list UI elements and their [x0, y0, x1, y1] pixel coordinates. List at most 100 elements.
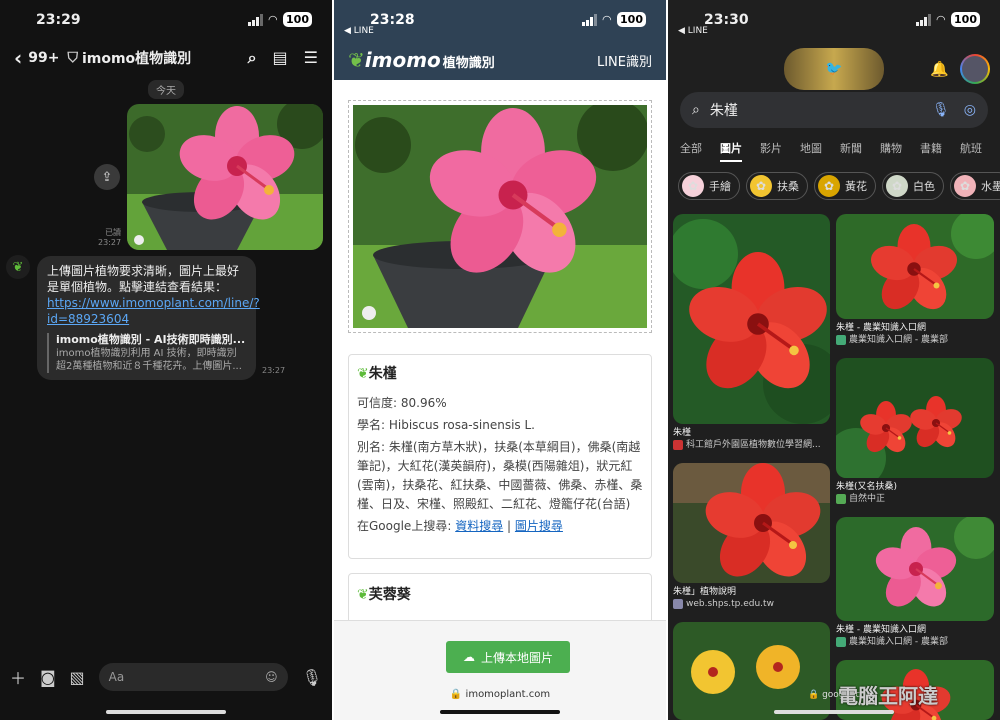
flower-icon: ✿: [682, 175, 704, 197]
bell-icon[interactable]: 🔔: [930, 60, 949, 78]
upload-local-image-button[interactable]: ☁ 上傳本地圖片: [446, 641, 570, 673]
result-title: 朱槿(又名扶桑): [836, 482, 898, 492]
result-source: 科工館戶外園區植物數位學習網...: [686, 440, 821, 450]
result-content: ❦朱槿 可信度: 80.96% 學名: Hibiscus rosa-sinens…: [334, 80, 666, 620]
sprout-icon: ❦: [348, 48, 365, 72]
search-input[interactable]: ⌕ 朱槿 🎙 ◎: [680, 92, 988, 128]
sent-photo-message[interactable]: [127, 104, 323, 250]
bottom-bar: ☁ 上傳本地圖片 🔒 imomoplant.com: [334, 620, 666, 720]
plus-icon[interactable]: ＋: [10, 665, 26, 689]
wifi-icon: ◠: [936, 13, 946, 26]
signal-icon: [915, 13, 931, 26]
google-doodle[interactable]: 🐦: [784, 48, 884, 90]
mic-icon[interactable]: 🎙: [302, 668, 322, 687]
result2-name: 芙蓉葵: [368, 587, 411, 603]
tab-maps[interactable]: 地圖: [800, 140, 822, 162]
result-title: 朱槿 - 農業知識入口網: [836, 323, 926, 333]
bot-avatar[interactable]: ❦: [6, 255, 30, 279]
flower-icon: ✿: [954, 175, 976, 197]
status-bar: 23:30 ◀ LINE ◠ 100: [668, 0, 1000, 40]
imomo-logo[interactable]: ❦imomo 植物識別: [348, 48, 495, 72]
image-result-1[interactable]: [673, 214, 830, 424]
site-icon: [673, 599, 683, 609]
back-icon[interactable]: ‹: [14, 46, 22, 70]
chip-fusang[interactable]: ✿ 扶桑: [746, 172, 808, 200]
image-caption-2[interactable]: 朱槿 - 農業知識入口網 農業知識入口網 - 農業部: [836, 322, 994, 346]
wifi-icon: ◠: [268, 13, 278, 26]
result-title: 朱槿」植物說明: [673, 587, 737, 597]
shield-icon: ⛉: [67, 50, 78, 66]
separator: |: [507, 519, 512, 533]
image-caption-4[interactable]: 朱槿」植物說明 web.shps.tp.edu.tw: [673, 586, 830, 610]
data-search-link[interactable]: 資料搜尋: [455, 519, 503, 533]
home-indicator: [440, 710, 560, 714]
tab-news[interactable]: 新聞: [840, 140, 862, 162]
input-placeholder: Aa: [108, 670, 125, 684]
result-link[interactable]: https://www.imomoplant.com/line/?id=8892…: [47, 296, 260, 326]
mic-icon[interactable]: 🎙: [932, 102, 950, 118]
chip-white[interactable]: ✿ 白色: [882, 172, 944, 200]
result-card-primary: ❦朱槿 可信度: 80.96% 學名: Hibiscus rosa-sinens…: [348, 354, 652, 559]
url-bar[interactable]: 🔒 imomoplant.com: [334, 689, 666, 700]
image-icon[interactable]: ▧: [70, 668, 85, 687]
uploaded-photo: [348, 100, 652, 333]
tab-shopping[interactable]: 購物: [880, 140, 902, 162]
result-card-secondary: ❦芙蓉葵: [348, 573, 652, 620]
image-result-5[interactable]: [836, 517, 994, 621]
site-icon: [673, 440, 683, 450]
url-text: imomoplant.com: [465, 689, 551, 700]
avatar[interactable]: [960, 54, 990, 84]
status-bar: 23:28 ◀ LINE ◠ 100: [334, 0, 666, 40]
chip-label: 黃花: [845, 180, 867, 193]
search-icon[interactable]: ⌕: [248, 48, 257, 68]
image-caption-1[interactable]: 朱槿 科工館戶外園區植物數位學習網...: [673, 427, 830, 451]
tab-images[interactable]: 圖片: [720, 140, 742, 162]
tab-all[interactable]: 全部: [680, 140, 702, 162]
chip-label: 白色: [913, 180, 935, 193]
tab-books[interactable]: 書籍: [920, 140, 942, 162]
watermark: 電腦王阿達: [838, 684, 938, 708]
lens-icon[interactable]: ◎: [964, 102, 976, 118]
camera-icon[interactable]: ◙: [40, 668, 56, 687]
back-to-app[interactable]: ◀ LINE: [344, 26, 374, 36]
result-title: 朱槿: [673, 428, 692, 438]
chip-hand-drawn[interactable]: ✿ 手繪: [678, 172, 740, 200]
google-image-search-screen: 23:30 ◀ LINE ◠ 100 🐦 🔔 ⌕ 朱槿 🎙 ◎ 全部 圖片 影片 …: [668, 0, 1000, 720]
link-card-desc: imomo植物識別利用 AI 技術，即時識別超2萬種植物和近８千種花卉。上傳圖片…: [56, 348, 242, 372]
red-hibiscus-image: [673, 463, 830, 583]
wifi-icon: ◠: [602, 13, 612, 26]
menu-icon[interactable]: ☰: [304, 48, 318, 68]
tab-flights[interactable]: 航班: [960, 140, 982, 162]
image-result-2[interactable]: [836, 214, 994, 319]
status-time: 23:28: [370, 12, 415, 28]
unread-count[interactable]: 99+: [28, 50, 59, 66]
notes-icon[interactable]: ▤: [273, 48, 288, 68]
read-receipt: 已讀 23:27: [98, 228, 121, 248]
back-to-app[interactable]: ◀ LINE: [678, 26, 708, 36]
image-caption-5[interactable]: 朱槿 - 農業知識入口網 農業知識入口網 - 農業部: [836, 624, 994, 648]
image-result-6[interactable]: [673, 622, 830, 720]
image-result-4[interactable]: [673, 463, 830, 583]
cloud-upload-icon: ☁: [462, 650, 475, 664]
result-title: ❦朱槿: [357, 365, 643, 384]
message-input[interactable]: Aa ☺: [98, 663, 288, 691]
image-search-link[interactable]: 圖片搜尋: [515, 519, 563, 533]
line-chat-screen: 23:29 ◠ 100 ‹ 99+ ⛉ imomo植物識別 ⌕ ▤ ☰ 今天 ⇪…: [0, 0, 332, 720]
pink-hibiscus-image: [836, 517, 994, 621]
share-icon[interactable]: ⇪: [94, 164, 120, 190]
home-indicator: [774, 710, 894, 714]
filter-chips: ✿ 手繪 ✿ 扶桑 ✿ 黃花 ✿ 白色 ✿ 水墨: [678, 172, 1000, 200]
google-search-row: 在Google上搜尋: 資料搜尋 | 圖片搜尋: [357, 517, 643, 536]
chip-yellow[interactable]: ✿ 黃花: [814, 172, 876, 200]
image-caption-3[interactable]: 朱槿(又名扶桑) 自然中正: [836, 481, 994, 505]
google-top-bar: 🐦 🔔: [668, 40, 1000, 90]
search-query: 朱槿: [709, 103, 738, 119]
tab-videos[interactable]: 影片: [760, 140, 782, 162]
link-preview-card[interactable]: imomo植物識別 - AI技術即時識別... imomo植物識別利用 AI 技…: [47, 333, 246, 373]
chip-label: 水墨: [981, 180, 1000, 193]
emoji-icon[interactable]: ☺: [265, 670, 278, 684]
image-result-3[interactable]: [836, 358, 994, 478]
site-icon: [836, 637, 846, 647]
chip-ink[interactable]: ✿ 水墨: [950, 172, 1000, 200]
line-identify-link[interactable]: LINE識別: [597, 51, 652, 70]
